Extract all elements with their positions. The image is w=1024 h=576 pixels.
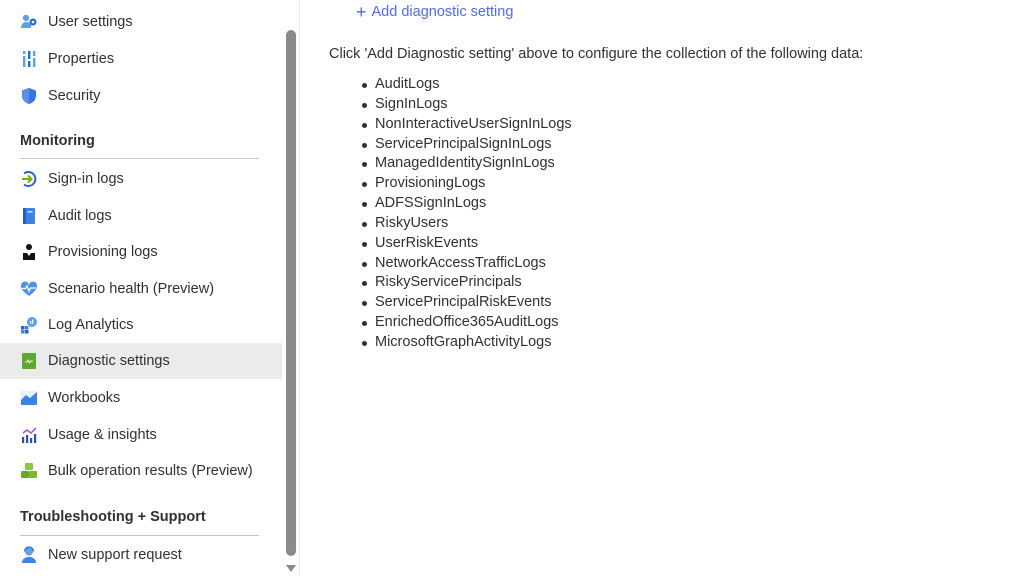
sidebar-item-scenario-health[interactable]: Scenario health (Preview) [0, 271, 282, 307]
sidebar-item-properties[interactable]: Properties [0, 41, 282, 77]
sidebar-item-label: Provisioning logs [48, 244, 158, 260]
sidebar-item-label: Usage & insights [48, 427, 157, 443]
data-types-list: AuditLogs SignInLogs NonInteractiveUserS… [360, 75, 572, 353]
user-settings-icon [20, 13, 38, 31]
list-item: ServicePrincipalRiskEvents [360, 293, 572, 313]
sidebar-item-label: Sign-in logs [48, 171, 124, 187]
workbook-chart-icon [20, 389, 38, 407]
section-title-monitoring: Monitoring [20, 133, 95, 149]
sidebar-item-label: Security [48, 88, 101, 104]
add-diagnostic-setting-button[interactable]: + Add diagnostic setting [356, 3, 513, 21]
cubes-icon [20, 462, 38, 480]
properties-icon [20, 50, 38, 68]
sidebar-item-label: Diagnostic settings [48, 353, 170, 369]
plus-icon: + [356, 2, 367, 22]
list-item: UserRiskEvents [360, 234, 572, 254]
sidebar-item-workbooks[interactable]: Workbooks [0, 380, 282, 416]
section-title-troubleshooting: Troubleshooting + Support [20, 509, 206, 525]
sidebar-item-label: New support request [48, 547, 182, 563]
heart-pulse-icon [20, 280, 38, 298]
sidebar: User settings Properties Security Monito… [0, 0, 282, 576]
scroll-down-arrow-icon[interactable] [286, 565, 296, 572]
diagnostic-icon [20, 352, 38, 370]
sidebar-item-audit-logs[interactable]: Audit logs [0, 198, 282, 234]
sidebar-item-label: Workbooks [48, 390, 121, 406]
list-item: SignInLogs [360, 95, 572, 115]
sidebar-item-user-settings[interactable]: User settings [0, 4, 282, 40]
intro-text: Click 'Add Diagnostic setting' above to … [329, 46, 864, 62]
sidebar-item-new-support-request[interactable]: New support request [0, 537, 282, 573]
sidebar-item-log-analytics[interactable]: Log Analytics [0, 307, 282, 343]
list-item: NetworkAccessTrafficLogs [360, 254, 572, 274]
shield-icon [20, 87, 38, 105]
sidebar-scrollbar-thumb[interactable] [286, 30, 296, 556]
section-divider [20, 535, 259, 536]
book-icon [20, 207, 38, 225]
log-analytics-icon [20, 316, 38, 334]
sign-in-icon [20, 170, 38, 188]
sidebar-item-label: Scenario health (Preview) [48, 281, 215, 297]
list-item: RiskyServicePrincipals [360, 273, 572, 293]
list-item: RiskyUsers [360, 214, 572, 234]
sidebar-item-security[interactable]: Security [0, 78, 282, 114]
sidebar-item-label: Bulk operation results (Preview) [48, 463, 253, 479]
list-item: MicrosoftGraphActivityLogs [360, 333, 572, 353]
sidebar-item-diagnostic-settings[interactable]: Diagnostic settings [0, 343, 282, 379]
list-item: ProvisioningLogs [360, 174, 572, 194]
sidebar-item-usage-insights[interactable]: Usage & insights [0, 417, 282, 453]
list-item: EnrichedOffice365AuditLogs [360, 313, 572, 333]
list-item: ServicePrincipalSignInLogs [360, 135, 572, 155]
section-divider [20, 158, 259, 159]
sidebar-item-sign-in-logs[interactable]: Sign-in logs [0, 161, 282, 197]
usage-chart-icon [20, 426, 38, 444]
list-item: ManagedIdentitySignInLogs [360, 154, 572, 174]
support-person-icon [20, 546, 38, 564]
list-item: AuditLogs [360, 75, 572, 95]
list-item: NonInteractiveUserSignInLogs [360, 115, 572, 135]
add-diagnostic-setting-label: Add diagnostic setting [371, 4, 514, 20]
sidebar-item-provisioning-logs[interactable]: Provisioning logs [0, 234, 282, 270]
sidebar-item-label: Audit logs [48, 208, 112, 224]
person-icon [20, 243, 38, 261]
sidebar-item-label: Properties [48, 51, 115, 67]
pane-divider [299, 0, 300, 576]
sidebar-item-bulk-operation-results[interactable]: Bulk operation results (Preview) [0, 453, 282, 489]
sidebar-item-label: Log Analytics [48, 317, 134, 333]
sidebar-item-label: User settings [48, 14, 133, 30]
list-item: ADFSSignInLogs [360, 194, 572, 214]
